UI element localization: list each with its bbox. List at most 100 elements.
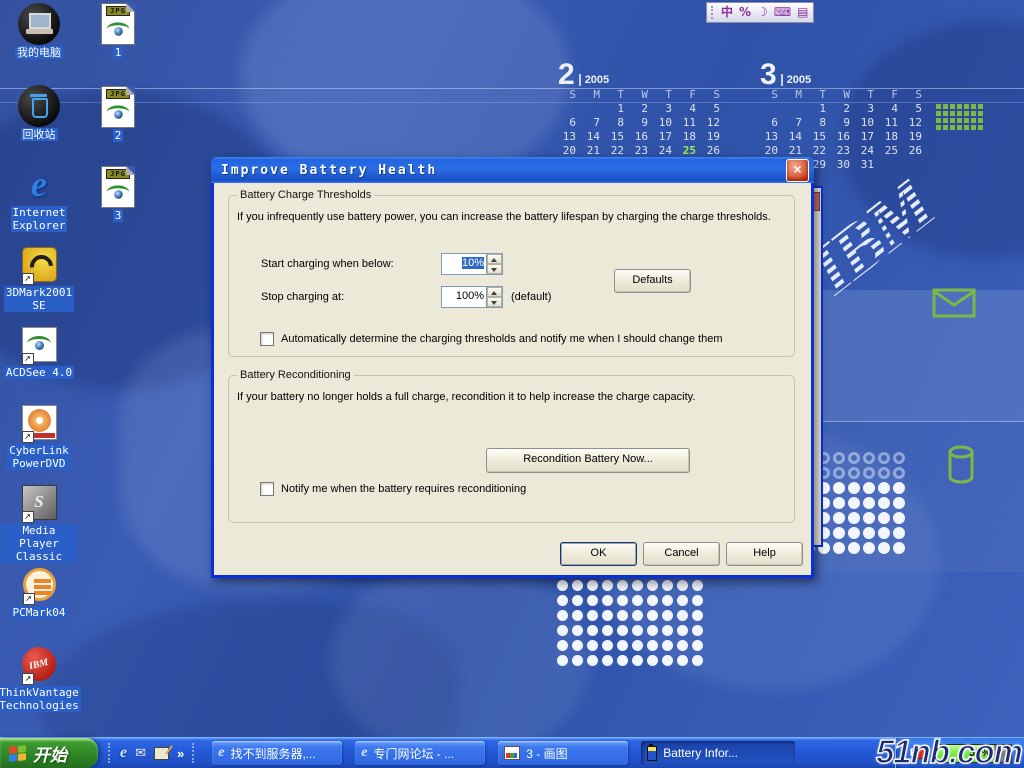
toolbar-grip[interactable] bbox=[192, 743, 196, 763]
windows-flag-icon bbox=[9, 745, 26, 762]
pattern-cell bbox=[978, 118, 983, 123]
watermark-51nb: 51nb.com bbox=[876, 733, 1022, 768]
desktop-icon-3dmark2001-se[interactable]: ↗3DMark2001 SE bbox=[1, 243, 77, 312]
shortcut-arrow-icon: ↗ bbox=[22, 273, 34, 285]
dialog-title: Improve Battery Health bbox=[221, 163, 786, 178]
auto-determine-checkbox-label[interactable]: Automatically determine the charging thr… bbox=[281, 333, 722, 345]
desktop-icon-cyberlink-powerdvd[interactable]: ↗CyberLink PowerDVD bbox=[1, 401, 77, 470]
desktop-icon-media-player-classic[interactable]: S↗Media Player Classic bbox=[1, 481, 77, 563]
close-icon[interactable]: × bbox=[786, 159, 809, 182]
taskbar-task-paint[interactable]: 3 - 画图 bbox=[498, 741, 628, 765]
calendar-day: 26 bbox=[696, 144, 720, 158]
language-bar[interactable]: 中% ☽ ⌨ ▤ bbox=[706, 2, 814, 23]
desktop-icon-internet-explorer[interactable]: eInternet Explorer bbox=[1, 163, 77, 232]
start-charging-spinner[interactable]: 10% bbox=[441, 253, 503, 275]
stop-charging-value[interactable]: 100% bbox=[442, 287, 486, 307]
calendar-day: 25 bbox=[874, 144, 898, 158]
pattern-cell bbox=[936, 104, 941, 109]
pattern-cell bbox=[572, 610, 583, 621]
pattern-cell bbox=[833, 497, 845, 509]
start-charging-value[interactable]: 10% bbox=[442, 254, 486, 274]
dots-pattern-bottom bbox=[557, 580, 703, 666]
desktop-icon-jpg-file-1[interactable]: JPG1 bbox=[94, 3, 142, 59]
pattern-cell bbox=[863, 482, 875, 494]
desktop-icon-acdsee-4-0[interactable]: ↗ACDSee 4.0 bbox=[1, 323, 77, 379]
defaults-button[interactable]: Defaults bbox=[614, 269, 691, 293]
calendar-day: 23 bbox=[624, 144, 648, 158]
pattern-cell bbox=[677, 610, 688, 621]
pattern-cell bbox=[950, 118, 955, 123]
help-button[interactable]: Help bbox=[726, 542, 803, 566]
pattern-cell bbox=[662, 640, 673, 651]
spin-down-icon[interactable] bbox=[487, 297, 502, 307]
ok-button[interactable]: OK bbox=[560, 542, 637, 566]
recondition-battery-now-button[interactable]: Recondition Battery Now... bbox=[486, 448, 690, 473]
pattern-cell bbox=[964, 111, 969, 116]
pattern-cell bbox=[572, 640, 583, 651]
internet-explorer-quicklaunch-icon[interactable]: e bbox=[120, 744, 127, 762]
spin-up-icon[interactable] bbox=[487, 254, 502, 264]
pattern-cell bbox=[878, 542, 890, 554]
calendar-day: 22 bbox=[802, 144, 826, 158]
calendar-month-header: 32005 bbox=[754, 56, 934, 88]
stop-charging-spinner[interactable]: 100% bbox=[441, 286, 503, 308]
pattern-cell bbox=[971, 118, 976, 123]
language-bar-grip[interactable] bbox=[711, 6, 715, 19]
calendar-day: 18 bbox=[874, 130, 898, 144]
spin-down-icon[interactable] bbox=[487, 264, 502, 274]
desktop-icon-jpg-file-2[interactable]: JPG2 bbox=[94, 86, 142, 142]
desktop-icon-pcmark04[interactable]: ↗PCMark04 bbox=[1, 563, 77, 619]
pattern-cell bbox=[602, 595, 613, 606]
desktop-icon-thinkvantage-technologies[interactable]: ↗ThinkVantage Technologies bbox=[1, 643, 77, 712]
paint-task-icon bbox=[504, 746, 520, 760]
jpg-file-2-icon: JPG bbox=[101, 86, 135, 128]
taskbar-task-server-not-found[interactable]: e找不到服务器,... bbox=[212, 741, 342, 765]
pattern-cell bbox=[893, 452, 905, 464]
quicklaunch-overflow-chevron[interactable]: » bbox=[177, 746, 184, 761]
desktop-icon-my-computer[interactable]: 我的电脑 bbox=[1, 3, 77, 59]
ime-menu-icon[interactable]: ▤ bbox=[797, 4, 808, 21]
dialog-title-bar[interactable]: Improve Battery Health × bbox=[211, 157, 814, 183]
pattern-cell bbox=[943, 125, 948, 130]
desktop-icon-label: PCMark04 bbox=[11, 606, 68, 619]
show-desktop-icon[interactable] bbox=[154, 747, 169, 760]
ime-soft-keyboard-icon[interactable]: ⌨ bbox=[774, 4, 791, 21]
pattern-cell bbox=[971, 125, 976, 130]
calendar-year: 2005 bbox=[579, 74, 609, 86]
envelope-icon bbox=[932, 288, 976, 318]
desktop-icon-jpg-file-3[interactable]: JPG3 bbox=[94, 166, 142, 222]
pattern-cell bbox=[957, 111, 962, 116]
ime-fullwidth-toggle-icon[interactable]: % bbox=[739, 4, 751, 21]
calendar-day: 14 bbox=[576, 130, 600, 144]
pattern-cell bbox=[848, 497, 860, 509]
spinner-buttons bbox=[486, 254, 502, 274]
pattern-cell bbox=[647, 610, 658, 621]
pattern-cell bbox=[863, 512, 875, 524]
calendar-day-letter: M bbox=[778, 88, 802, 102]
ime-punctuation-toggle-icon[interactable]: ☽ bbox=[757, 4, 768, 21]
auto-determine-checkbox[interactable] bbox=[260, 332, 274, 346]
notify-reconditioning-checkbox[interactable] bbox=[260, 482, 274, 496]
taskbar-task-battery-information[interactable]: Battery Infor... bbox=[641, 741, 795, 765]
quick-launch: e ✉ » bbox=[98, 743, 202, 763]
desktop-icon-recycle-bin[interactable]: 回收站 bbox=[1, 85, 77, 141]
spin-up-icon[interactable] bbox=[487, 287, 502, 297]
toolbar-grip[interactable] bbox=[108, 743, 112, 763]
pattern-cell bbox=[677, 580, 688, 591]
calendar-day: 26 bbox=[898, 144, 922, 158]
taskbar-task-forum[interactable]: e专门网论坛 - ... bbox=[355, 741, 485, 765]
notify-reconditioning-checkbox-label[interactable]: Notify me when the battery requires reco… bbox=[281, 483, 526, 495]
pattern-cell bbox=[587, 580, 598, 591]
start-button[interactable]: 开始 bbox=[0, 738, 98, 768]
calendar-day: 30 bbox=[826, 158, 850, 172]
ime-chinese-mode-icon[interactable]: 中 bbox=[721, 4, 733, 21]
acdsee-eye-icon bbox=[107, 185, 130, 200]
pattern-cell bbox=[647, 655, 658, 666]
pattern-cell bbox=[978, 125, 983, 130]
cancel-button[interactable]: Cancel bbox=[643, 542, 720, 566]
calendar-day-letter: S bbox=[898, 88, 922, 102]
calendar-day bbox=[576, 102, 600, 116]
pattern-cell bbox=[617, 655, 628, 666]
mail-quicklaunch-icon[interactable]: ✉ bbox=[135, 746, 146, 761]
pattern-cell bbox=[971, 111, 976, 116]
